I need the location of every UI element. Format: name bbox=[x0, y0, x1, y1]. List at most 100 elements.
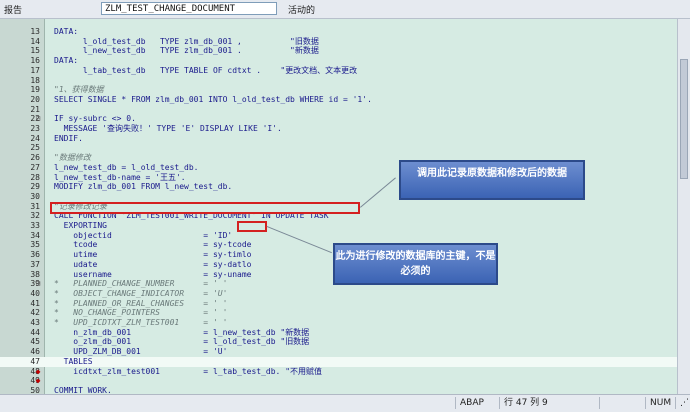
code-line[interactable]: 17 l_tab_test_db TYPE TABLE OF cdtxt . "… bbox=[0, 66, 677, 76]
line-number: 14 bbox=[30, 36, 40, 46]
code-text: SELECT SINGLE * FROM zlm_db_001 INTO l_o… bbox=[54, 94, 372, 104]
line-number: 20 bbox=[30, 94, 40, 104]
code-text: tcode = sy-tcode bbox=[54, 240, 252, 250]
line-number: 46 bbox=[30, 347, 40, 357]
line-number: 38 bbox=[30, 269, 40, 279]
code-text: * NO_CHANGE_POINTERS = ' ' bbox=[54, 308, 228, 318]
code-line[interactable]: 15 l_new_test_db TYPE zlm_db_001 . "新数据 bbox=[0, 46, 677, 56]
code-line[interactable]: 41 * PLANNED_OR_REAL_CHANGES = ' ' bbox=[0, 299, 677, 309]
code-text: "数据修改 bbox=[54, 153, 91, 163]
line-number: 40 bbox=[30, 288, 40, 298]
line-number: 23 bbox=[30, 124, 40, 133]
line-marker-icon: ◆ bbox=[35, 376, 41, 386]
status-mode: ABAP bbox=[455, 397, 499, 409]
line-number: 34 bbox=[30, 230, 40, 240]
code-line[interactable]: 34 objectid = 'ID' bbox=[0, 231, 677, 241]
call-function-highlight-box bbox=[50, 202, 360, 214]
resize-grip-icon[interactable]: ⋰ bbox=[675, 397, 690, 409]
code-text: DATA: bbox=[54, 27, 79, 36]
code-text: username = sy-uname bbox=[54, 269, 252, 279]
code-text: * UPD_ICDTXT_ZLM_TEST001 = ' ' bbox=[54, 318, 228, 327]
code-line[interactable]: 22 ⊟ IF sy-subrc <> 0. bbox=[0, 114, 677, 124]
line-number: 44 bbox=[30, 327, 40, 337]
code-text: objectid = 'ID' bbox=[54, 230, 233, 240]
code-text: UPD_ZLM_DB_001 = 'U' bbox=[54, 347, 228, 357]
code-text: MESSAGE '查询失败！' TYPE 'E' DISPLAY LIKE 'I… bbox=[54, 124, 282, 133]
line-number: 29 bbox=[30, 182, 40, 192]
line-marker-icon: ◆ bbox=[35, 366, 41, 376]
callout-objectid: 此为进行修改的数据库的主键，不是必须的 bbox=[333, 243, 498, 285]
code-text: * OBJECT_CHANGE_INDICATOR = 'U' bbox=[54, 288, 228, 298]
code-line[interactable]: 21 bbox=[0, 105, 677, 115]
code-line[interactable]: 42 * NO_CHANGE_POINTERS = ' ' bbox=[0, 308, 677, 318]
status-bar: ABAP 行 47 列 9 NUM ⋰ bbox=[0, 394, 690, 412]
code-text: "1、获得数据 bbox=[54, 85, 104, 95]
code-text: IF sy-subrc <> 0. bbox=[54, 114, 136, 124]
collapse-block-icon[interactable]: ⊟ bbox=[33, 279, 43, 289]
line-number: 18 bbox=[30, 75, 40, 85]
vertical-scrollbar[interactable] bbox=[677, 19, 690, 394]
code-line[interactable]: 40 * OBJECT_CHANGE_INDICATOR = 'U' bbox=[0, 289, 677, 299]
code-text: l_new_test_db TYPE zlm_db_001 . "新数据 bbox=[54, 46, 319, 56]
code-line[interactable]: 24 ENDIF. bbox=[0, 134, 677, 144]
code-line[interactable]: 18 bbox=[0, 76, 677, 86]
code-editor[interactable]: 13 DATA: 14 l_old_test_db TYPE zlm_db_001 … bbox=[0, 19, 677, 394]
code-text: * PLANNED_OR_REAL_CHANGES = ' ' bbox=[54, 298, 228, 308]
line-number: 13 bbox=[30, 27, 40, 36]
code-line[interactable]: 48 ◆ icdtxt_zlm_test001 = l_tab_test_db. … bbox=[0, 367, 677, 377]
code-text: TABLES bbox=[54, 356, 93, 366]
callout-call-function: 调用此记录原数据和修改后的数据 bbox=[399, 160, 585, 200]
code-text: COMMIT WORK. bbox=[54, 385, 112, 394]
code-text: icdtxt_zlm_test001 = l_tab_test_db. "不用赋… bbox=[54, 366, 323, 376]
code-line[interactable]: 47 TABLES bbox=[0, 356, 677, 367]
line-number: 35 bbox=[30, 240, 40, 250]
status-cursor-position: 行 47 列 9 bbox=[499, 397, 599, 409]
line-number: 42 bbox=[30, 308, 40, 318]
code-text: utime = sy-timlo bbox=[54, 250, 252, 260]
code-text: DATA: bbox=[54, 56, 79, 66]
line-number: 31 bbox=[30, 201, 40, 211]
code-line[interactable]: 23 MESSAGE '查询失败！' TYPE 'E' DISPLAY LIKE… bbox=[0, 124, 677, 134]
code-text: * PLANNED_CHANGE_NUMBER = ' ' bbox=[54, 279, 228, 289]
line-number: 21 bbox=[30, 104, 40, 114]
status-active-label: 活动的 bbox=[288, 6, 316, 16]
toolbar: 报告 ZLM_TEST_CHANGE_DOCUMENT 活动的 bbox=[0, 0, 690, 19]
code-line[interactable]: 19 "1、获得数据 bbox=[0, 85, 677, 95]
code-line[interactable]: 13 DATA: bbox=[0, 27, 677, 37]
code-text: ENDIF. bbox=[54, 133, 83, 143]
line-number: 28 bbox=[30, 172, 40, 182]
code-text: l_new_test_db-name = '王五'. bbox=[54, 172, 186, 182]
code-line[interactable]: 43 * UPD_ICDTXT_ZLM_TEST001 = ' ' bbox=[0, 318, 677, 328]
line-number: 15 bbox=[30, 46, 40, 56]
line-number: 33 bbox=[30, 221, 40, 230]
line-number: 25 bbox=[30, 143, 40, 153]
code-text: l_tab_test_db TYPE TABLE OF cdtxt . "更改文… bbox=[54, 65, 358, 75]
line-number: 36 bbox=[30, 250, 40, 260]
collapse-block-icon[interactable]: ⊟ bbox=[33, 114, 43, 124]
code-line[interactable]: 45 o_zlm_db_001 = l_old_test_db "旧数据 bbox=[0, 337, 677, 347]
scrollbar-thumb[interactable] bbox=[680, 59, 688, 179]
objectid-highlight-box bbox=[237, 221, 267, 232]
code-line[interactable]: 33 EXPORTING bbox=[0, 221, 677, 231]
status-spacer bbox=[599, 397, 645, 409]
code-line[interactable]: 25 bbox=[0, 143, 677, 153]
code-text: EXPORTING bbox=[54, 221, 107, 230]
code-text: o_zlm_db_001 = l_old_test_db "旧数据 bbox=[54, 337, 310, 347]
code-line[interactable]: 50 COMMIT WORK. bbox=[0, 386, 677, 394]
program-name-field[interactable]: ZLM_TEST_CHANGE_DOCUMENT bbox=[101, 2, 277, 15]
line-number: 37 bbox=[30, 259, 40, 269]
code-text: MODIFY zlm_db_001 FROM l_new_test_db. bbox=[54, 182, 233, 192]
line-number: 19 bbox=[30, 85, 40, 95]
line-number: 26 bbox=[30, 153, 40, 163]
line-number: 27 bbox=[30, 162, 40, 172]
line-number: 47 bbox=[30, 356, 40, 366]
line-number: 30 bbox=[30, 191, 40, 201]
code-line[interactable]: 46 UPD_ZLM_DB_001 = 'U' bbox=[0, 347, 677, 357]
line-number: 41 bbox=[30, 298, 40, 308]
code-line[interactable]: 49 ◆ bbox=[0, 376, 677, 386]
line-number: 45 bbox=[30, 337, 40, 347]
line-number: 16 bbox=[30, 56, 40, 66]
line-number: 50 bbox=[30, 385, 40, 394]
code-line[interactable]: 20 SELECT SINGLE * FROM zlm_db_001 INTO l… bbox=[0, 95, 677, 105]
code-line[interactable]: 16 DATA: bbox=[0, 56, 677, 66]
